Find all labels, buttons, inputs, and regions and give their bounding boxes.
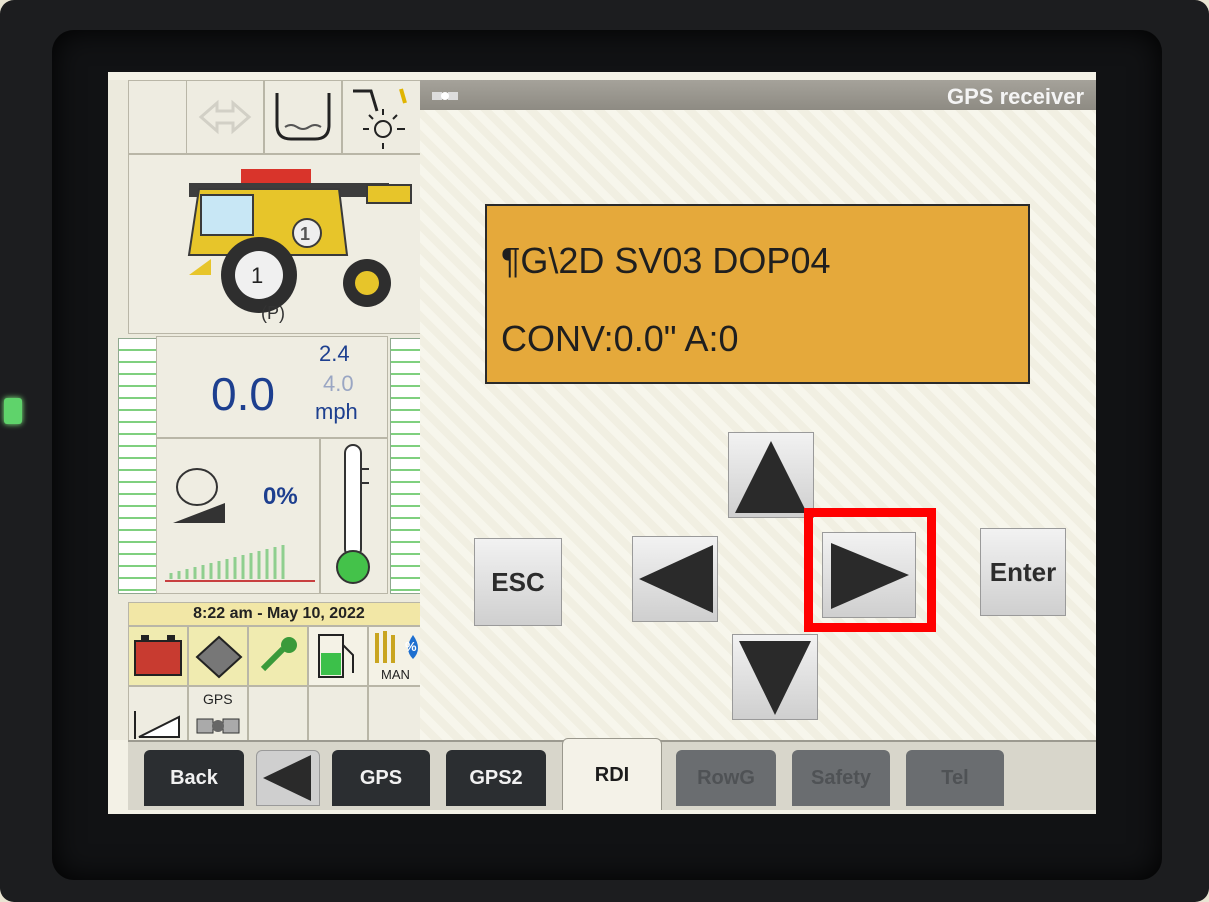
prev-tab-button[interactable] [256,750,320,806]
battery-icon[interactable] [128,626,188,686]
moisture-percent-badge: % [405,639,417,654]
engine-load-cell[interactable]: 0% [156,438,320,594]
speed-cell[interactable]: 0.0 2.4 4.0 mph [156,336,388,438]
speed-lower: 4.0 [323,371,354,396]
power-led [4,398,22,424]
tab-tel[interactable]: Tel [906,750,1004,806]
date-time: 8:22 am - May 10, 2022 [128,602,430,626]
tab-bar: Back GPS GPS2 RDI RowG Safety Tel [128,738,1096,810]
empty-cell[interactable] [248,686,308,746]
left-arrow-button[interactable] [632,536,718,622]
satellite-small-icon [432,92,458,100]
control-unit-icon[interactable] [188,626,248,686]
back-button[interactable]: Back [144,750,244,806]
arrow-outline-icon[interactable] [186,80,264,154]
manual-label: MAN [381,667,410,682]
thermometer-icon [336,444,370,584]
triangle-down-icon [739,641,811,715]
title-bar: GPS receiver [420,80,1096,110]
machine-status-cell[interactable]: 1 1 (P) [128,154,430,334]
gps-status-label: GPS [203,691,233,707]
header-height-icon[interactable] [128,686,188,746]
up-arrow-button[interactable] [728,432,814,518]
fuel-icon[interactable] [308,626,368,686]
lcd-line-2: CONV:0.0" A:0 [501,318,739,359]
speed-unit: mph [315,399,358,424]
tab-safety[interactable]: Safety [792,750,890,806]
triangle-left-icon [263,755,311,801]
esc-label: ESC [491,567,545,597]
key-icon[interactable] [248,626,308,686]
speed-upper: 2.4 [319,341,350,366]
grain-tank-icon[interactable] [264,80,342,154]
gps-status-cell[interactable]: GPS [188,686,248,746]
lcd-line-1: ¶G\2D SV03 DOP04 [501,240,831,281]
down-arrow-button[interactable] [732,634,818,720]
temperature-cell[interactable] [320,438,388,594]
window-title: GPS receiver [947,84,1084,109]
left-level-bar [118,338,158,594]
speed-value: 0.0 [211,368,275,420]
enter-button[interactable]: Enter [980,528,1066,616]
svg-text:1: 1 [251,263,263,288]
esc-button[interactable]: ESC [474,538,562,626]
enter-label: Enter [989,557,1057,587]
engine-load-percent: 0% [263,483,298,510]
engine-icon [173,468,225,523]
status-panel: 1 1 (P) 0.0 2.4 4.0 mph 0% 8:22 am - May… [108,80,430,746]
tab-gps2[interactable]: GPS2 [446,750,546,806]
triangle-up-icon [735,441,807,513]
gps-lcd-display: ¶G\2D SV03 DOP04 CONV:0.0" A:0 [485,204,1030,384]
header-lights-icon[interactable] [342,80,430,154]
load-graph [165,545,315,582]
display-screen: 1 1 (P) 0.0 2.4 4.0 mph 0% 8:22 am - May… [108,72,1096,814]
tab-gps[interactable]: GPS [332,750,430,806]
selection-highlight [804,508,936,632]
triangle-left-icon [639,545,713,613]
svg-text:1: 1 [300,224,310,244]
park-indicator: (P) [261,303,285,323]
tab-rdi[interactable]: RDI [562,738,662,810]
empty-cell[interactable] [308,686,368,746]
tab-rowg[interactable]: RowG [676,750,776,806]
